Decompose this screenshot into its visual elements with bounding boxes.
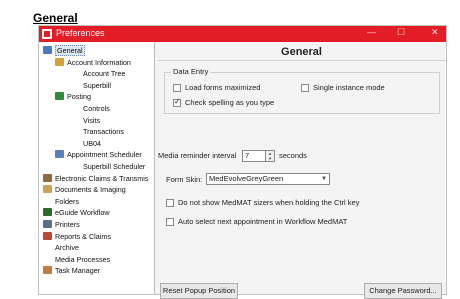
sidebar-item-label: Media Processes	[55, 254, 111, 264]
no-sizers-checkbox[interactable]: Do not show MedMAT sizers when holding t…	[166, 198, 359, 208]
sidebar-item-label: UB04	[83, 138, 101, 148]
reset-popup-position-button[interactable]: Reset Popup Position	[160, 283, 238, 299]
close-button[interactable]: ✕	[431, 27, 439, 38]
checkbox-box[interactable]	[301, 84, 309, 92]
general-panel: General Data Entry Load forms maximized …	[158, 42, 445, 299]
sidebar-item-label: Task Manager	[55, 266, 101, 276]
sidebar-item-label: Controls	[83, 104, 110, 113]
sidebar-item-label: Superbill	[83, 80, 111, 90]
sidebar-item-label: Visits	[83, 115, 101, 125]
minimize-button[interactable]: —	[367, 27, 376, 37]
task-icon	[43, 266, 52, 275]
sidebar-item-label: Account Information	[67, 57, 131, 67]
checkbox-box[interactable]	[173, 84, 181, 92]
claims-icon	[43, 173, 52, 182]
sidebar-item[interactable]: Superbill Scheduler	[83, 162, 145, 172]
sidebar-item-label: Transactions	[83, 127, 124, 137]
sidebar-item[interactable]: General	[43, 45, 85, 56]
sidebar-item[interactable]: Media Processes	[55, 255, 110, 265]
sidebar-item[interactable]: Posting	[55, 92, 91, 102]
app-icon	[42, 29, 52, 39]
account-icon	[55, 57, 64, 66]
sidebar-item[interactable]: Documents & Imaging	[43, 185, 126, 195]
eguide-icon	[43, 208, 52, 217]
sidebar-item-label: Account Tree	[83, 69, 126, 79]
sidebar-item[interactable]: Task Manager	[43, 266, 100, 276]
documents-icon	[43, 185, 52, 194]
sidebar-item-label: Archive	[55, 243, 79, 253]
sidebar-item[interactable]: Reports & Claims	[43, 231, 111, 242]
sidebar-item-label: Superbill Scheduler	[83, 162, 146, 171]
maximize-button[interactable]: ☐	[397, 27, 405, 38]
media-reminder-stepper[interactable]: 7 ▲ ▼	[242, 150, 276, 162]
sidebar-item[interactable]: Transactions	[83, 127, 124, 137]
chevron-down-icon[interactable]: ▼	[321, 174, 327, 184]
media-reminder-value[interactable]: 7	[242, 150, 266, 162]
checkbox-label: Check spelling as you type	[185, 98, 275, 107]
sidebar-item[interactable]: Folders	[55, 197, 79, 207]
sidebar-item[interactable]: Printers	[43, 220, 80, 230]
posting-icon	[55, 92, 64, 101]
sidebar-item[interactable]: eGuide Workflow	[43, 208, 110, 218]
change-password-button[interactable]: Change Password...	[364, 283, 442, 299]
stepper-arrows-icon[interactable]: ▲ ▼	[266, 150, 275, 162]
form-skin-label: Form Skin:	[166, 175, 203, 184]
panel-heading: General	[281, 46, 322, 58]
title-bar: Preferences — ☐ ✕	[39, 26, 446, 42]
window-title: Preferences	[56, 28, 105, 38]
sidebar-item[interactable]: Visits	[83, 116, 100, 126]
checkbox-label: Load forms maximized	[185, 83, 261, 92]
sidebar-item[interactable]: Account Tree	[83, 69, 125, 79]
sidebar-item-label: Appointment Scheduler	[67, 150, 142, 160]
sidebar-item[interactable]: UB04	[83, 139, 101, 149]
sidebar-item-label: Documents & Imaging	[55, 185, 126, 195]
sidebar-item-label: Reports & Claims	[55, 231, 111, 241]
checkbox-label: Single instance mode	[313, 83, 385, 92]
checkbox-label: Auto select next appointment in Workflow…	[178, 217, 348, 226]
sidebar-item[interactable]: Appointment Scheduler	[55, 150, 142, 160]
calendar-icon	[55, 150, 64, 159]
page-caption: General	[33, 11, 78, 25]
heading-divider	[158, 60, 445, 61]
checkbox-box[interactable]	[173, 97, 181, 107]
data-entry-legend: Data Entry	[171, 67, 211, 76]
media-reminder-unit: seconds	[279, 151, 307, 160]
data-entry-group: Data Entry Load forms maximized Single i…	[164, 67, 440, 114]
sidebar-item[interactable]: Controls	[83, 104, 110, 114]
sidebar-item[interactable]: Account Information	[55, 57, 131, 68]
checkbox-label: Do not show MedMAT sizers when holding t…	[178, 198, 360, 207]
preferences-window: Preferences — ☐ ✕ General Account Informa…	[38, 25, 447, 299]
sidebar-item-label: General	[55, 45, 85, 56]
settings-icon	[43, 46, 52, 54]
sidebar-item-label: Folders	[55, 196, 79, 206]
sidebar-item[interactable]: Electronic Claims & Transmis	[43, 173, 149, 184]
printer-icon	[43, 220, 52, 228]
load-forms-maximized-checkbox[interactable]: Load forms maximized	[173, 83, 260, 93]
checkbox-box[interactable]	[166, 218, 174, 226]
form-skin-select[interactable]: MedEvolveGreyGreen ▼	[206, 173, 330, 185]
sidebar-item[interactable]: Archive	[55, 243, 79, 253]
form-skin-value: MedEvolveGreyGreen	[209, 174, 284, 183]
sidebar-item[interactable]: Superbill	[83, 81, 111, 91]
auto-select-checkbox[interactable]: Auto select next appointment in Workflow…	[166, 217, 347, 227]
sidebar-item-label: Posting	[67, 92, 91, 102]
preferences-tree: General Account Information Account Tree Su…	[39, 42, 155, 294]
check-spelling-checkbox[interactable]: Check spelling as you type	[173, 97, 275, 108]
reports-icon	[43, 231, 52, 240]
checkbox-box[interactable]	[166, 199, 174, 207]
sidebar-item-label: eGuide Workflow	[55, 208, 110, 218]
sidebar-item-label: Printers	[55, 220, 80, 229]
sidebar-item-label: Electronic Claims & Transmis	[55, 173, 149, 183]
single-instance-mode-checkbox[interactable]: Single instance mode	[301, 83, 385, 93]
media-reminder-label: Media reminder interval	[158, 151, 237, 160]
